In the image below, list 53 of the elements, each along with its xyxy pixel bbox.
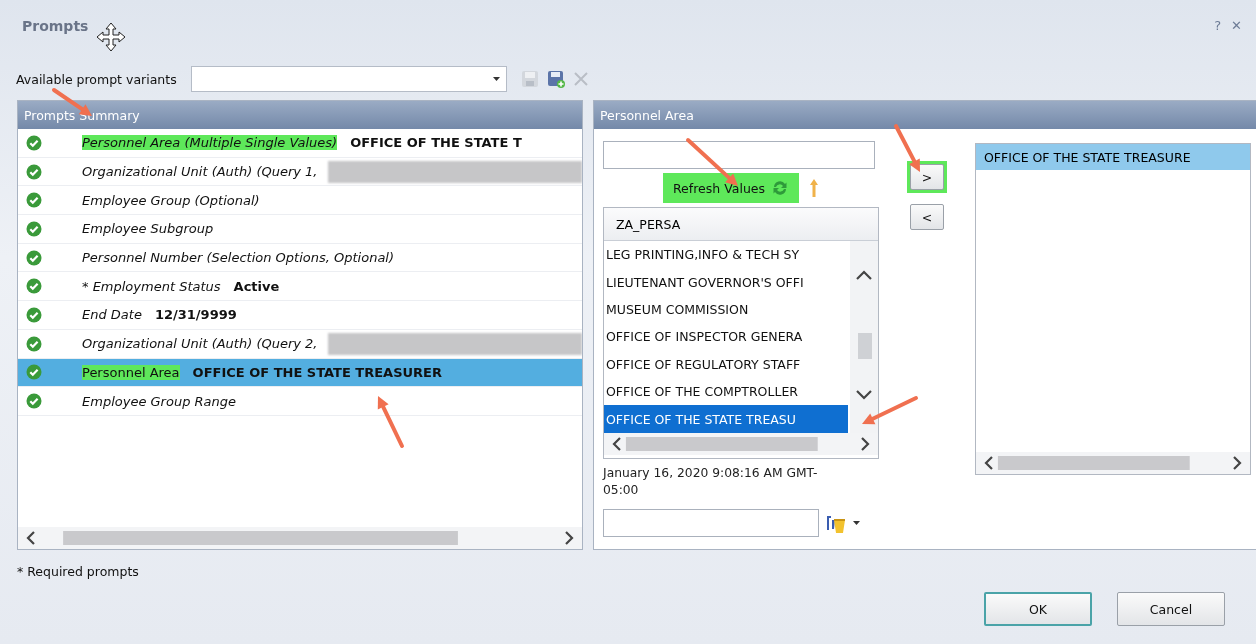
list-item[interactable]: OFFICE OF THE COMPTROLLER [604, 377, 848, 406]
list-item[interactable]: OFFICE OF THE STATE TREASU [604, 405, 848, 433]
list-item[interactable]: OFFICE OF REGULATORY STAFF [604, 350, 848, 378]
caret-icon [853, 521, 860, 525]
column-header: ZA_PERSA [604, 208, 878, 241]
check-icon [26, 163, 42, 180]
list-item[interactable]: LEG PRINTING,INFO & TECH SY [604, 241, 848, 269]
list-item[interactable]: LIEUTENANT GOVERNOR'S OFFI [604, 268, 848, 296]
prompt-row[interactable]: Personnel Area (Multiple Single Values) OFFICE OF THE STATE T [18, 129, 582, 158]
cancel-button[interactable]: Cancel [1117, 592, 1225, 626]
prompt-row[interactable]: Employee Group (Optional) [18, 186, 582, 216]
refresh-button[interactable]: Refresh Values [663, 173, 799, 203]
variants-dropdown[interactable] [190, 66, 507, 92]
move-cursor-icon [96, 22, 127, 52]
save-as-icon [546, 70, 565, 88]
check-icon [26, 364, 42, 381]
delete-icon [572, 71, 589, 87]
check-icon [26, 306, 42, 323]
caret-icon [492, 77, 500, 81]
check-icon [26, 393, 42, 410]
check-icon [26, 192, 42, 209]
list-item[interactable]: OFFICE OF INSPECTOR GENERA [604, 323, 848, 351]
check-icon [26, 249, 42, 266]
key-date-text: January 16, 2020 9:08:16 AM GMT-05:00 [603, 465, 819, 499]
prompt-row[interactable]: Organizational Unit (Auth) (Query 1, [18, 157, 582, 187]
annotation-arrow [862, 396, 918, 425]
add-button[interactable]: > [910, 164, 944, 190]
prompt-row[interactable]: End Date 12/31/9999 [18, 301, 582, 330]
variants-label: Available prompt variants [16, 71, 177, 87]
check-icon [26, 335, 42, 352]
annotation-arrow [894, 124, 920, 172]
list-item[interactable]: OFFICE OF THE STATE TREASURE [976, 144, 1250, 170]
sort-arrow-icon [809, 178, 819, 198]
required-note: * Required prompts [16, 563, 140, 581]
ok-button[interactable]: OK [984, 592, 1092, 626]
list-item[interactable]: MUSEUM COMMISSION [604, 295, 848, 324]
panel-header: Personnel Area [594, 101, 1256, 129]
prompt-row[interactable]: Personnel Area OFFICE OF THE STATE TREASURER [18, 358, 582, 388]
annotation-arrow [377, 396, 404, 448]
date-field[interactable] [603, 509, 819, 537]
save-icon [520, 70, 539, 88]
prompt-row[interactable]: Employee Subgroup [18, 215, 582, 244]
remove-button[interactable]: < [910, 204, 944, 230]
prompt-row[interactable]: Organizational Unit (Auth) (Query 2, [18, 329, 582, 359]
check-icon [26, 278, 42, 295]
check-icon [26, 134, 42, 151]
dialog-title: Prompts [22, 18, 89, 34]
prompt-row[interactable]: * Employment Status Active [18, 272, 582, 302]
refresh-icon [771, 179, 789, 197]
prompt-row[interactable]: Personnel Number (Selection Options, Optional) [18, 243, 582, 273]
check-icon [26, 220, 42, 237]
prompt-row[interactable]: Employee Group Range [18, 387, 582, 416]
search-field[interactable] [603, 141, 875, 169]
